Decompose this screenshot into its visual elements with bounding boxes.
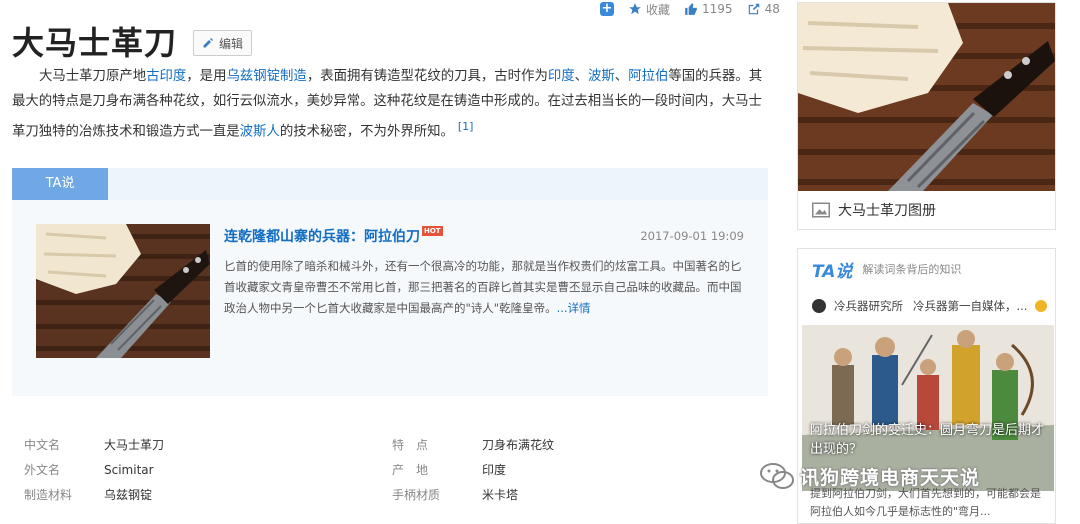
basic-info-table: 中文名 大马士革刀 特 点 刀身布满花纹 外文名 Scimitar 产 地 印度… [12, 432, 768, 507]
info-value: Scimitar [104, 462, 154, 477]
title-row: 大马士革刀 编辑 [12, 18, 253, 64]
like-button[interactable]: 1195 [684, 2, 733, 16]
info-key: 制造材料 [24, 488, 73, 502]
wechat-icon [760, 463, 794, 489]
reference-link[interactable]: [1] [458, 120, 474, 133]
link-ancient-india[interactable]: 古印度 [146, 69, 186, 84]
ta-body-text: 匕首的使用除了暗杀和械斗外，还有一个很高冷的功能，那就是当作权贵们的炫富工具。中… [224, 259, 742, 315]
info-key: 手柄材质 [392, 488, 441, 502]
author-row[interactable]: 冷兵器研究所 冷兵器第一自媒体，... [798, 289, 1055, 323]
info-value: 乌兹钢锭 [104, 488, 153, 502]
author-description: 冷兵器第一自媒体，... [913, 299, 1028, 313]
ta-sidebar-excerpt: 提到阿拉伯刀剑，大们首先想到的，可能都会是阿拉伯人如今几乎是标志性的"弯月... [810, 487, 1041, 518]
link-arabia[interactable]: 阿拉伯 [628, 69, 668, 84]
add-button[interactable]: + [600, 2, 614, 16]
pencil-icon [203, 38, 214, 48]
ta-sidebar-header: TA说 解读词条背后的知识 [798, 249, 1055, 289]
summary-paragraph: 大马士革刀原产地古印度，是用乌兹钢锭制造，表面拥有铸造型花纹的刀具，古时作为印度… [12, 64, 768, 144]
summary-text: 、 [574, 69, 589, 84]
ta-date: 2017-09-01 19:09 [640, 229, 744, 243]
edit-button[interactable]: 编辑 [193, 30, 253, 56]
info-row: 外文名 Scimitar 产 地 印度 [12, 457, 768, 482]
edit-label: 编辑 [219, 36, 244, 51]
ta-headline-text[interactable]: 连乾隆都山寨的兵器：阿拉伯刀 [224, 229, 420, 245]
info-value: 刀身布满花纹 [482, 438, 555, 452]
link-persians[interactable]: 波斯人 [240, 124, 280, 139]
ta-card: 连乾隆都山寨的兵器：阿拉伯刀 HOT 2017-09-01 19:09 匕首的使用… [12, 200, 768, 396]
tab-ta-say[interactable]: TA说 [12, 168, 108, 200]
watermark-text: 讯狗跨境电商天天说 [800, 466, 981, 489]
album-image[interactable] [798, 3, 1055, 191]
verified-badge-icon [1035, 300, 1048, 312]
info-key: 产 地 [392, 463, 429, 477]
summary-text: ，是用 [186, 69, 227, 84]
ta-tabbar: TA说 [12, 168, 768, 200]
link-manufacture[interactable]: 制造 [280, 69, 307, 84]
info-value: 印度 [482, 463, 507, 477]
info-row: 制造材料 乌兹钢锭 手柄材质 米卡塔 [12, 482, 768, 507]
link-wootz-steel[interactable]: 乌兹钢锭 [226, 69, 280, 84]
ta-body: 匕首的使用除了暗杀和械斗外，还有一个很高冷的功能，那就是当作权贵们的炫富工具。中… [224, 256, 744, 319]
summary-text: 大马士革刀原产地 [39, 69, 147, 84]
info-key: 外文名 [24, 463, 61, 477]
ta-subtitle: 解读词条背后的知识 [862, 263, 962, 276]
article-actions: + 收藏 1195 48 [600, 0, 796, 18]
page-title: 大马士革刀 [12, 24, 178, 62]
favorite-label: 收藏 [646, 2, 671, 17]
album-label-row[interactable]: 大马士革刀图册 [798, 191, 1055, 229]
avatar [812, 299, 826, 313]
ta-sidebar-caption[interactable]: 阿拉伯刀剑的变迁史：圆月弯刀是后期才出现的？ [810, 421, 1050, 459]
summary-text: 的技术秘密，不为外界所知。 [279, 124, 454, 140]
star-icon [629, 3, 641, 15]
ta-logo: TA说 [812, 261, 853, 282]
summary-text: 、 [614, 69, 629, 84]
gallery-icon [812, 202, 830, 218]
ta-headline[interactable]: 连乾隆都山寨的兵器：阿拉伯刀 HOT [224, 226, 443, 246]
info-key: 特 点 [392, 438, 429, 452]
share-count: 48 [764, 2, 780, 16]
share-button[interactable]: 48 [747, 2, 780, 16]
read-more-link[interactable]: ...详情 [557, 301, 591, 315]
info-row: 中文名 大马士革刀 特 点 刀身布满花纹 [12, 432, 768, 457]
link-india[interactable]: 印度 [548, 69, 575, 84]
link-persia[interactable]: 波斯 [588, 69, 615, 84]
like-count: 1195 [702, 2, 733, 16]
share-icon [748, 3, 759, 15]
hot-badge: HOT [422, 226, 443, 236]
info-value: 米卡塔 [482, 488, 519, 502]
knife-thumbnail[interactable] [36, 224, 210, 358]
info-value: 大马士革刀 [104, 438, 165, 452]
author-name[interactable]: 冷兵器研究所 [834, 298, 903, 314]
album-label: 大马士革刀图册 [838, 203, 936, 219]
wechat-watermark: 讯狗跨境电商天天说 [760, 462, 980, 490]
thumbs-up-icon [685, 3, 697, 15]
summary-text: ，表面拥有铸造型花纹的刀具，古时作为 [306, 69, 548, 84]
favorite-button[interactable]: 收藏 [628, 1, 670, 18]
info-key: 中文名 [24, 438, 61, 452]
plus-icon: + [600, 1, 614, 16]
album-card[interactable]: 大马士革刀图册 [797, 2, 1056, 230]
